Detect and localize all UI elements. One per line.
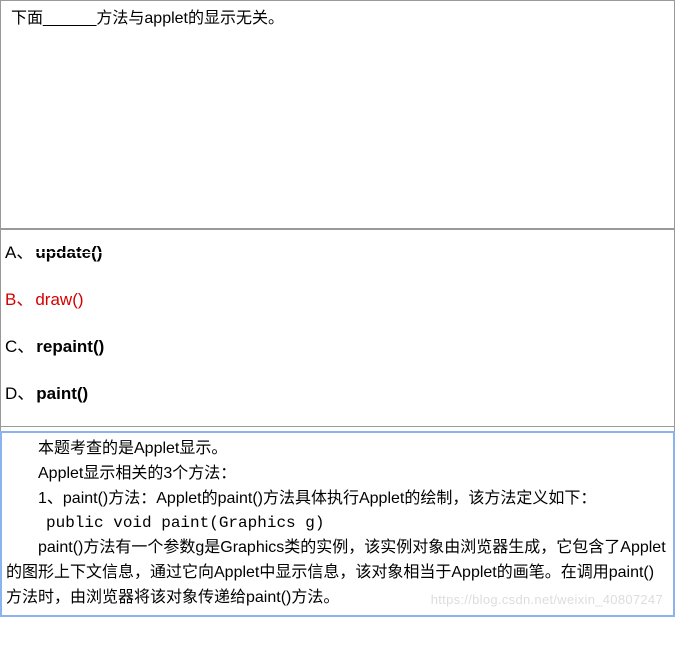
option-c-prefix: C、: [5, 332, 34, 357]
exp-line-4: public void paint(Graphics g): [6, 511, 667, 536]
option-d[interactable]: D、 paint(): [1, 371, 674, 426]
exp-line-2: Applet显示相关的3个方法：: [6, 462, 667, 487]
option-d-text: paint(): [36, 384, 88, 404]
option-d-prefix: D、: [5, 379, 34, 404]
option-b-text: draw(): [35, 290, 83, 310]
explanation-panel: 本题考查的是Applet显示。 Applet显示相关的3个方法： 1、paint…: [0, 431, 675, 617]
option-c-text: repaint(): [36, 337, 104, 357]
question-panel: 下面______方法与applet的显示无关。: [0, 0, 675, 237]
option-a-prefix: A、: [5, 238, 33, 263]
option-a-text: update(): [35, 243, 102, 263]
option-b[interactable]: B、 draw(): [1, 277, 674, 324]
options-panel: A、 update() B、 draw() C、 repaint() D、 pa…: [0, 228, 675, 427]
option-b-prefix: B、: [5, 285, 33, 310]
exp-line-1: 本题考查的是Applet显示。: [6, 437, 667, 462]
question-text: 下面______方法与applet的显示无关。: [11, 7, 664, 31]
exp-line-3: 1、paint()方法：Applet的paint()方法具体执行Applet的绘…: [6, 487, 667, 512]
option-c[interactable]: C、 repaint(): [1, 324, 674, 371]
watermark: https://blog.csdn.net/weixin_40807247: [431, 590, 663, 610]
option-a[interactable]: A、 update(): [1, 230, 674, 277]
